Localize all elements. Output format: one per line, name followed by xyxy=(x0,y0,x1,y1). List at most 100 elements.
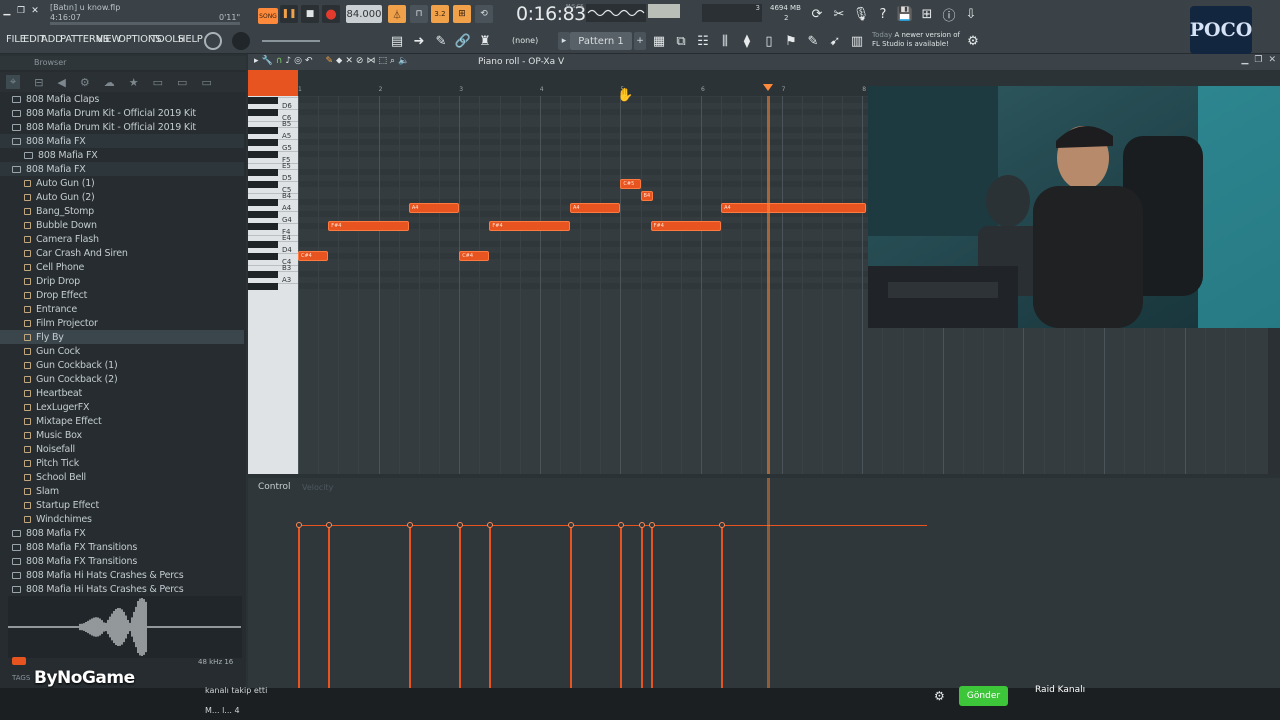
black-key[interactable] xyxy=(248,282,278,290)
mute-tool-icon[interactable]: ⊘ xyxy=(356,56,364,66)
browser-file-item[interactable]: Bang_Stomp xyxy=(0,204,244,218)
link-icon[interactable]: 🔗 xyxy=(454,32,472,50)
note-block[interactable]: A4 xyxy=(408,202,460,213)
pr-minimize-icon[interactable]: ▁ xyxy=(1241,55,1248,65)
black-key[interactable] xyxy=(248,180,278,188)
pattern-prev-button[interactable]: ▸ xyxy=(558,32,570,50)
metronome-icon[interactable]: ⏃ xyxy=(388,5,406,23)
mixer-view-icon[interactable]: ⫼ xyxy=(716,32,734,50)
velocity-handle[interactable] xyxy=(719,522,726,528)
note-block[interactable]: C#4 xyxy=(298,250,329,261)
channel-color-tab[interactable] xyxy=(248,70,298,96)
control-label[interactable]: Control xyxy=(258,482,291,492)
stamp-icon[interactable]: ♜ xyxy=(476,32,494,50)
delete-tool-icon[interactable]: ✕ xyxy=(345,56,353,66)
menu-help[interactable]: HELP xyxy=(178,34,203,45)
tools-icon[interactable]: ✂ xyxy=(830,5,848,23)
step-edit-icon[interactable]: ⊞ xyxy=(453,5,471,23)
browser-collapse-icon[interactable]: ⊟ xyxy=(34,76,43,89)
wait-input-icon[interactable]: ⊓ xyxy=(410,5,428,23)
browser-folder-item[interactable]: 808 Mafia FX Transitions xyxy=(0,554,244,568)
microphone-icon[interactable]: 🎙 xyxy=(852,5,870,23)
browser-cloud-icon[interactable]: ☁ xyxy=(104,76,115,89)
send-button[interactable]: Gönder xyxy=(959,686,1008,706)
browser-file-item[interactable]: Drip Drop xyxy=(0,274,244,288)
velocity-lane[interactable] xyxy=(296,478,1280,688)
black-key[interactable] xyxy=(248,168,278,176)
browser-folder-item[interactable]: 808 Mafia FX Transitions xyxy=(0,540,244,554)
update-icon[interactable]: ⚙ xyxy=(964,32,982,50)
browser-file-item[interactable]: Music Box xyxy=(0,428,244,442)
preview-play-icon[interactable] xyxy=(12,657,26,665)
browser-folder2-icon[interactable]: ▭ xyxy=(177,76,187,89)
velocity-handle[interactable] xyxy=(457,522,464,528)
black-key[interactable] xyxy=(248,210,278,218)
master-pitch-knob[interactable] xyxy=(232,32,250,50)
browser-file-item[interactable]: LexLugerFX xyxy=(0,400,244,414)
velocity-handle[interactable] xyxy=(568,522,575,528)
news-panel[interactable]: Today A newer version of FL Studio is av… xyxy=(872,31,964,49)
pen-icon[interactable]: ✎ xyxy=(432,32,450,50)
minimize-icon[interactable]: ▁ xyxy=(2,6,12,16)
browser-back-icon[interactable]: ◀ xyxy=(57,76,65,89)
note-block[interactable]: F#4 xyxy=(489,220,571,231)
browser-menu-icon[interactable]: ⌖ xyxy=(6,75,21,89)
note-block[interactable]: B4 xyxy=(640,190,653,201)
velocity-stem[interactable] xyxy=(570,526,573,688)
black-key[interactable] xyxy=(248,150,278,158)
tempo-display[interactable]: 84.000 xyxy=(346,5,382,23)
browser-folder-item[interactable]: 808 Mafia Drum Kit - Official 2019 Kit xyxy=(0,106,244,120)
help-icon[interactable]: ? xyxy=(874,5,892,23)
velocity-handle[interactable] xyxy=(487,522,494,528)
refresh-icon[interactable]: ⟳ xyxy=(808,5,826,23)
velocity-stem[interactable] xyxy=(640,526,643,688)
select-tool-icon[interactable]: ⬚ xyxy=(378,56,387,66)
velocity-stem[interactable] xyxy=(650,526,653,688)
zoom-tool-icon[interactable]: ⌕ xyxy=(390,56,395,66)
browser-file-item[interactable]: Bubble Down xyxy=(0,218,244,232)
browser-file-item[interactable]: Slam xyxy=(0,484,244,498)
velocity-handle[interactable] xyxy=(638,522,645,528)
browser-file-item[interactable]: Startup Effect xyxy=(0,498,244,512)
plugin-icon[interactable]: ⚑ xyxy=(782,32,800,50)
tune-icon[interactable]: ✎ xyxy=(804,32,822,50)
event-editor[interactable]: Control Velocity xyxy=(248,478,1280,688)
browser-folder-item[interactable]: 808 Mafia FX xyxy=(0,162,244,176)
browser-file-item[interactable]: Film Projector xyxy=(0,316,244,330)
black-key[interactable] xyxy=(248,96,278,104)
master-slider[interactable] xyxy=(262,40,320,42)
black-key[interactable] xyxy=(248,252,278,260)
snap-icon[interactable]: ▤ xyxy=(388,32,406,50)
browser-file-item[interactable]: Pitch Tick xyxy=(0,456,244,470)
play-button[interactable]: ❚❚ xyxy=(280,5,298,23)
browser-file-item[interactable]: Camera Flash xyxy=(0,232,244,246)
black-key[interactable] xyxy=(248,126,278,134)
browser-file-item[interactable]: Mixtape Effect xyxy=(0,414,244,428)
paint-tool-icon[interactable]: ⬥ xyxy=(336,56,342,66)
velocity-handle[interactable] xyxy=(326,522,333,528)
draw-tool-icon[interactable]: ✎ xyxy=(326,56,334,66)
note-icon[interactable]: ♪ xyxy=(285,56,291,66)
velocity-stem[interactable] xyxy=(459,526,462,688)
stop-button[interactable]: ■ xyxy=(301,5,319,23)
playhead-marker[interactable] xyxy=(763,84,774,91)
browser-folder-item[interactable]: 808 Mafia Hi Hats Crashes & Percs xyxy=(0,582,244,596)
arrow-right-icon[interactable]: ➜ xyxy=(410,32,428,50)
note-block[interactable]: C#5 xyxy=(620,178,641,189)
velocity-stem[interactable] xyxy=(620,526,623,688)
black-key[interactable] xyxy=(248,222,278,230)
note-block[interactable]: A4 xyxy=(570,202,621,213)
browser-folder-item[interactable]: 808 Mafia Drum Kit - Official 2019 Kit xyxy=(0,120,244,134)
wrench-icon[interactable]: 🔧 xyxy=(262,56,273,66)
record-button[interactable]: ● xyxy=(322,5,340,23)
pr-maximize-icon[interactable]: ❐ xyxy=(1254,55,1262,65)
piano-roll-icon[interactable]: ⧉ xyxy=(672,32,690,50)
save-icon[interactable]: 💾 xyxy=(896,5,914,23)
countdown-icon[interactable]: 3.2 xyxy=(431,5,449,23)
note-block[interactable]: F#4 xyxy=(328,220,409,231)
restore-icon[interactable]: ❐ xyxy=(16,6,26,16)
note-block[interactable]: C#4 xyxy=(459,250,490,261)
black-key[interactable] xyxy=(248,108,278,116)
browser-file-item[interactable]: Noisefall xyxy=(0,442,244,456)
browser-file-item[interactable]: Heartbeat xyxy=(0,386,244,400)
